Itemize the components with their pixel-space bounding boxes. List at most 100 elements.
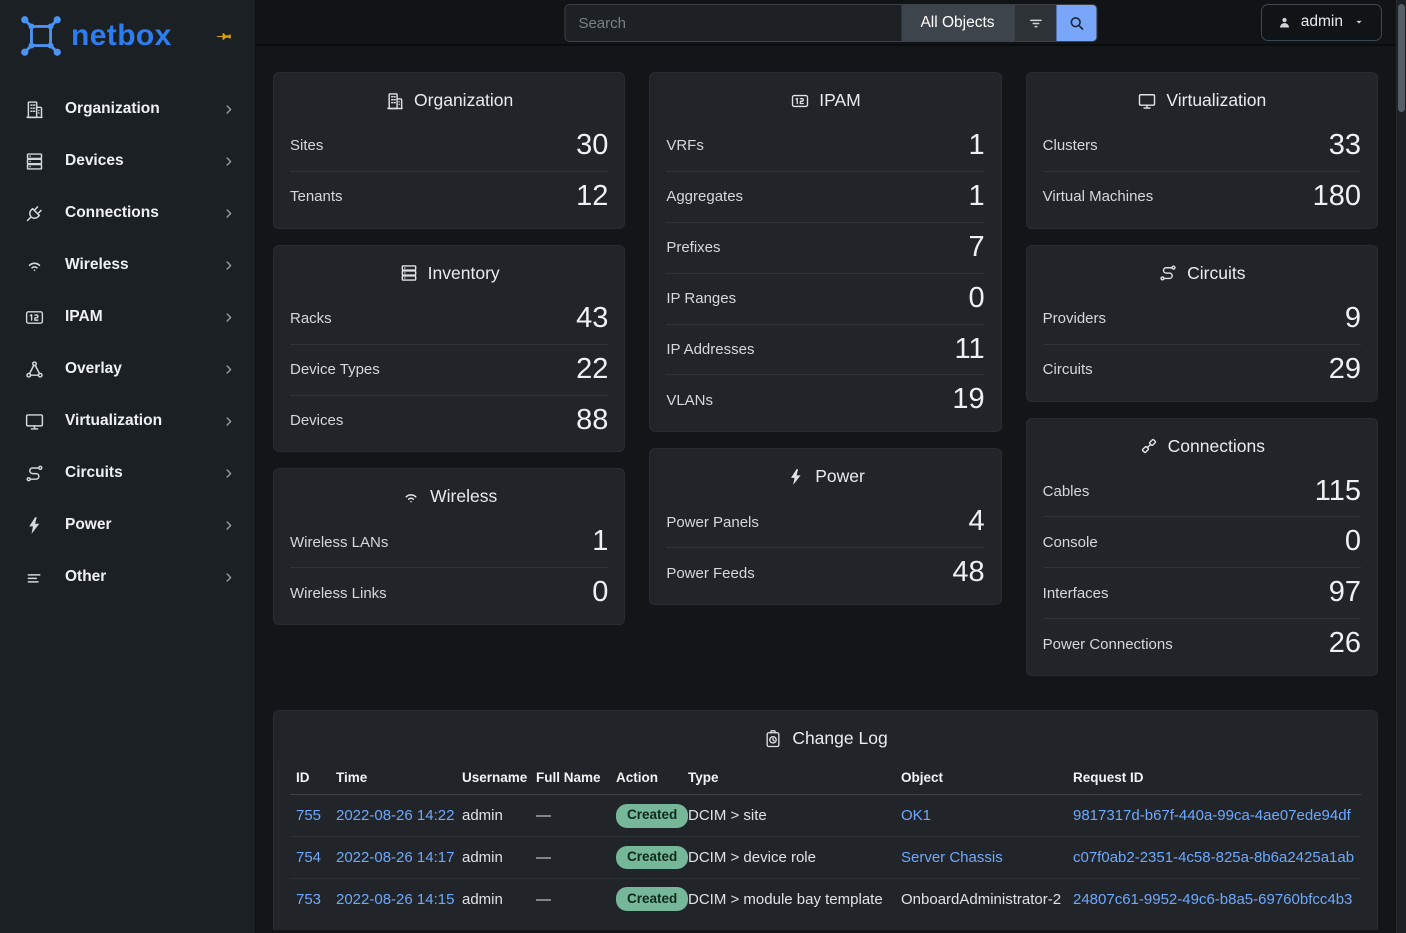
stat-label: Devices bbox=[290, 412, 343, 429]
cell-full-name: — bbox=[530, 878, 610, 919]
stat-row[interactable]: Virtual Machines 180 bbox=[1043, 171, 1361, 222]
user-menu-button[interactable]: admin bbox=[1261, 4, 1382, 41]
stat-card: Circuits Providers 9 Circuits 29 bbox=[1026, 245, 1378, 402]
changelog-time-link[interactable]: 2022-08-26 14:17 bbox=[336, 849, 454, 866]
chevron-right-icon bbox=[222, 311, 235, 324]
search-submit-button[interactable] bbox=[1057, 5, 1097, 41]
search-input[interactable] bbox=[565, 5, 901, 41]
cell-object: Server Chassis bbox=[895, 837, 1067, 879]
cable-icon bbox=[1142, 439, 1156, 453]
changelog-card: Change Log IDTimeUsernameFull NameAction… bbox=[273, 710, 1378, 930]
page-scrollbar bbox=[1396, 0, 1406, 933]
stat-row[interactable]: VRFs 1 bbox=[666, 121, 984, 171]
stat-value: 0 bbox=[969, 283, 985, 315]
stat-label: Device Types bbox=[290, 361, 380, 378]
changelog-request-id-link[interactable]: 9817317d-b67f-440a-99ca-4ae07ede94df bbox=[1073, 807, 1351, 824]
stat-card-header: Power bbox=[650, 449, 1000, 495]
sidebar-item[interactable]: IPAM bbox=[0, 291, 255, 343]
sidebar-item-label: Other bbox=[65, 568, 106, 586]
sidebar-item-icon bbox=[24, 307, 45, 328]
stat-label: Power Connections bbox=[1043, 636, 1173, 653]
route-icon bbox=[27, 466, 42, 480]
cell-username: admin bbox=[456, 795, 530, 837]
sidebar-nav: Organization Devices Connections Wireles… bbox=[0, 83, 255, 603]
card-icon bbox=[1139, 436, 1159, 456]
sidebar-item[interactable]: Circuits bbox=[0, 447, 255, 499]
action-badge: Created bbox=[616, 887, 688, 911]
chevron-right-icon bbox=[222, 519, 235, 532]
changelog-id-link[interactable]: 755 bbox=[296, 807, 321, 824]
dashboard-grid: Organization Sites 30 Tenants 12 bbox=[273, 72, 1378, 676]
chevron-right-icon bbox=[222, 207, 235, 220]
sidebar-item[interactable]: Overlay bbox=[0, 343, 255, 395]
stat-row[interactable]: Circuits 29 bbox=[1043, 344, 1361, 395]
stat-label: Aggregates bbox=[666, 188, 743, 205]
changelog-column-header: Full Name bbox=[530, 763, 610, 795]
sidebar-item-icon bbox=[24, 151, 45, 172]
pin-sidebar-button[interactable] bbox=[212, 25, 235, 48]
changelog-column-header: Action bbox=[610, 763, 682, 795]
stat-row[interactable]: Wireless Links 0 bbox=[290, 567, 608, 618]
cell-request-id: c07f0ab2-2351-4c58-825a-8b6a2425a1ab bbox=[1067, 837, 1361, 879]
sidebar-item-label: Wireless bbox=[65, 256, 129, 274]
changelog-request-id-link[interactable]: c07f0ab2-2351-4c58-825a-8b6a2425a1ab bbox=[1073, 849, 1354, 866]
stat-list: Clusters 33 Virtual Machines 180 bbox=[1027, 119, 1377, 228]
stat-row[interactable]: Wireless LANs 1 bbox=[290, 517, 608, 567]
stat-row[interactable]: Sites 30 bbox=[290, 121, 608, 171]
stat-row[interactable]: Tenants 12 bbox=[290, 171, 608, 222]
scrollbar-thumb[interactable] bbox=[1398, 4, 1405, 112]
stat-row[interactable]: VLANs 19 bbox=[666, 374, 984, 425]
sidebar-item[interactable]: Other bbox=[0, 551, 255, 603]
stat-row[interactable]: Devices 88 bbox=[290, 395, 608, 446]
sidebar-item[interactable]: Power bbox=[0, 499, 255, 551]
changelog-object[interactable]: Server Chassis bbox=[901, 849, 1003, 866]
stat-row[interactable]: Power Connections 26 bbox=[1043, 618, 1361, 669]
sidebar-item[interactable]: Connections bbox=[0, 187, 255, 239]
changelog-id-link[interactable]: 754 bbox=[296, 849, 321, 866]
monitor-icon bbox=[27, 414, 43, 428]
sidebar-item[interactable]: Devices bbox=[0, 135, 255, 187]
stat-row[interactable]: Aggregates 1 bbox=[666, 171, 984, 222]
chevron-right-icon bbox=[222, 363, 235, 376]
sidebar-item-label: Connections bbox=[65, 204, 159, 222]
stat-row[interactable]: Cables 115 bbox=[1043, 467, 1361, 517]
wifi-icon bbox=[30, 263, 40, 270]
stat-row[interactable]: Console 0 bbox=[1043, 516, 1361, 567]
stat-value: 115 bbox=[1315, 476, 1361, 508]
stat-value: 1 bbox=[969, 181, 985, 213]
cell-time: 2022-08-26 14:15 bbox=[330, 878, 456, 919]
filter-icon bbox=[1026, 14, 1045, 33]
stat-row[interactable]: IP Ranges 0 bbox=[666, 273, 984, 324]
search-scope-button[interactable]: All Objects bbox=[901, 5, 1013, 41]
changelog-time-link[interactable]: 2022-08-26 14:22 bbox=[336, 807, 454, 824]
card-icon bbox=[1137, 91, 1157, 111]
sidebar-item[interactable]: Wireless bbox=[0, 239, 255, 291]
changelog-object[interactable]: OK1 bbox=[901, 807, 931, 824]
chevron-right-icon bbox=[222, 571, 235, 584]
stat-card: Power Power Panels 4 Power Feeds 48 bbox=[649, 448, 1001, 605]
user-menu-label: admin bbox=[1301, 13, 1343, 31]
stat-row[interactable]: Device Types 22 bbox=[290, 344, 608, 395]
changelog-time-link[interactable]: 2022-08-26 14:15 bbox=[336, 891, 454, 908]
sidebar-item-icon bbox=[24, 411, 45, 432]
sidebar-item-icon bbox=[24, 203, 45, 224]
stat-row[interactable]: Power Panels 4 bbox=[666, 497, 984, 547]
sidebar-item[interactable]: Organization bbox=[0, 83, 255, 135]
stat-label: Sites bbox=[290, 137, 323, 154]
cell-action: Created bbox=[610, 795, 682, 837]
changelog-row: 755 2022-08-26 14:22 admin — Created DCI… bbox=[290, 795, 1361, 837]
stat-row[interactable]: Racks 43 bbox=[290, 294, 608, 344]
stat-row[interactable]: Interfaces 97 bbox=[1043, 567, 1361, 618]
search-filter-button[interactable] bbox=[1014, 5, 1057, 41]
changelog-id-link[interactable]: 753 bbox=[296, 891, 321, 908]
stat-row[interactable]: Prefixes 7 bbox=[666, 222, 984, 273]
stat-row[interactable]: Power Feeds 48 bbox=[666, 547, 984, 598]
card-title: Connections bbox=[1168, 436, 1265, 457]
changelog-request-id-link[interactable]: 24807c61-9952-49c6-b8a5-69760bfcc4b3 bbox=[1073, 891, 1352, 908]
sidebar-item-icon bbox=[24, 463, 45, 484]
changelog-object[interactable]: OnboardAdministrator-2 bbox=[901, 891, 1061, 908]
stat-row[interactable]: Clusters 33 bbox=[1043, 121, 1361, 171]
sidebar-item[interactable]: Virtualization bbox=[0, 395, 255, 447]
stat-row[interactable]: IP Addresses 11 bbox=[666, 324, 984, 375]
stat-row[interactable]: Providers 9 bbox=[1043, 294, 1361, 344]
